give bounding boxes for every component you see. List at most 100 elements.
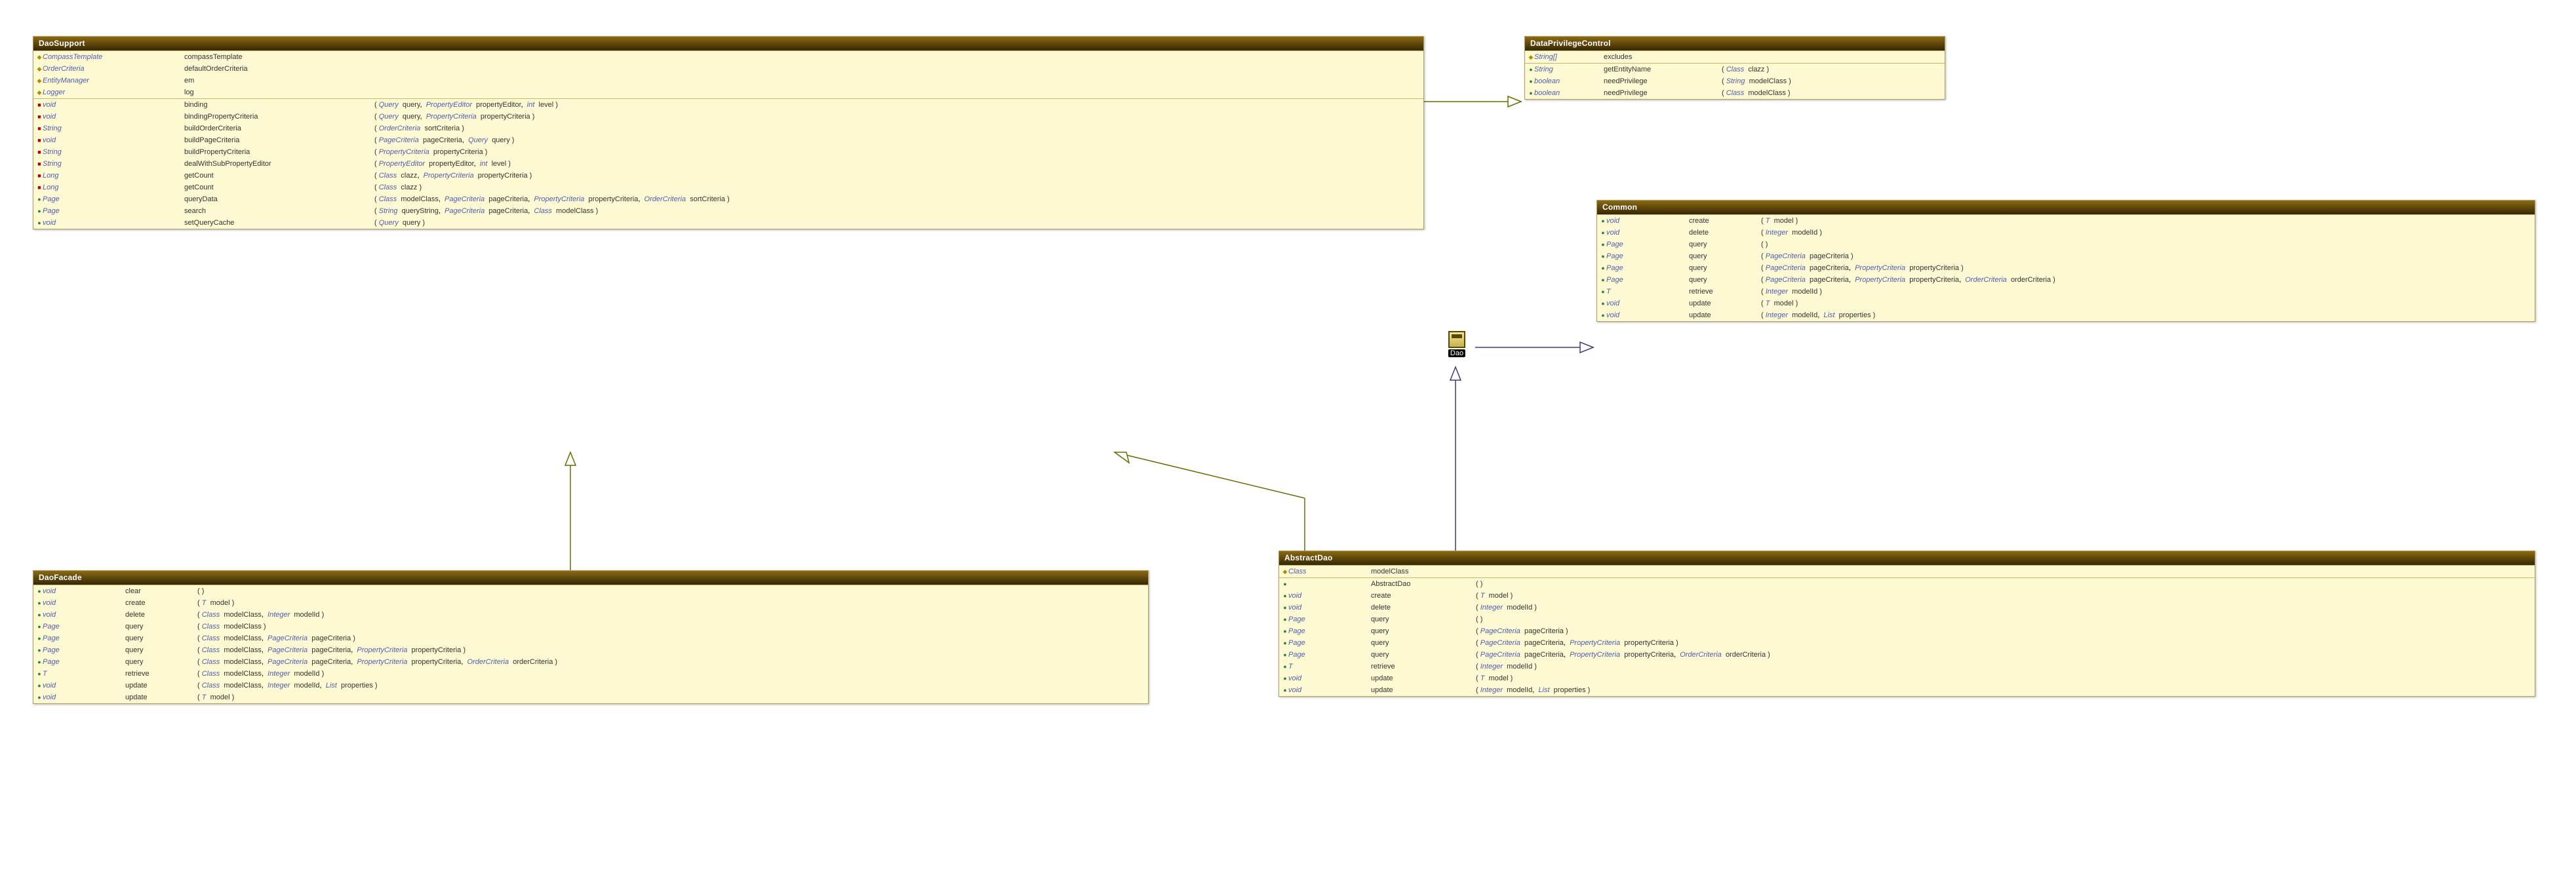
operation-row[interactable]: ●voidupdate( T model ) — [1597, 298, 2535, 309]
visibility-icon: ■ — [36, 100, 43, 110]
operation-name: retrieve — [1371, 661, 1476, 672]
attribute-name: excludes — [1604, 52, 1632, 62]
visibility-icon: ● — [1282, 591, 1288, 601]
visibility-icon: ● — [36, 692, 43, 703]
visibility-icon: ■ — [36, 182, 43, 193]
operation-name: retrieve — [125, 669, 197, 679]
operation-row[interactable]: ■StringdealWithSubPropertyEditor( Proper… — [33, 158, 1423, 170]
operation-row[interactable]: ●voiddelete( Class modelClass, Integer m… — [33, 609, 1148, 621]
visibility-icon: ● — [36, 669, 43, 679]
operation-row[interactable]: ●Pagequery( PageCriteria pageCriteria, P… — [1279, 637, 2535, 649]
operation-row[interactable]: ●Pagequery( PageCriteria pageCriteria, P… — [1597, 274, 2535, 286]
operation-row[interactable]: ●Pagequery( PageCriteria pageCriteria ) — [1597, 250, 2535, 262]
operation-row[interactable]: ●voidcreate( T model ) — [1279, 590, 2535, 602]
operation-row[interactable]: ●Pagequery( Class modelClass, PageCriter… — [33, 656, 1148, 668]
visibility-icon: ● — [36, 598, 43, 608]
operation-row[interactable]: ●Pagequery( Class modelClass, PageCriter… — [33, 632, 1148, 644]
interface-node-dao: Dao — [1441, 331, 1473, 357]
operation-name: query — [125, 633, 197, 644]
operation-row[interactable]: ●Pagequery( PageCriteria pageCriteria, P… — [1597, 262, 2535, 274]
visibility-icon: ◆ — [36, 64, 43, 74]
attribute-row[interactable]: ◆Loggerlog — [33, 87, 1423, 98]
operation-row[interactable]: ■StringbuildPropertyCriteria( PropertyCr… — [33, 146, 1423, 158]
operation-row[interactable]: ●voidcreate( T model ) — [33, 597, 1148, 609]
operation-row[interactable]: ●StringgetEntityName( Class clazz ) — [1525, 64, 1945, 75]
operation-row[interactable]: ■LonggetCount( Class clazz ) — [33, 182, 1423, 193]
operation-row[interactable]: ●Pagequery( Class modelClass, PageCriter… — [33, 644, 1148, 656]
class-title: Common — [1597, 201, 2535, 214]
return-type: void — [43, 100, 184, 110]
return-type: T — [1606, 286, 1689, 297]
operation-row[interactable]: ●voidcreate( T model ) — [1597, 215, 2535, 227]
operation-params: ( PropertyEditor propertyEditor, int lev… — [374, 159, 511, 169]
operation-row[interactable]: ●voidupdate( Integer modelId, List prope… — [1597, 309, 2535, 321]
attribute-name: modelClass — [1371, 566, 1408, 577]
visibility-icon: ● — [1600, 227, 1606, 238]
attribute-row[interactable]: ◆String[]excludes — [1525, 51, 1945, 63]
operation-row[interactable]: ●booleanneedPrivilege( String modelClass… — [1525, 75, 1945, 87]
operation-name: getCount — [184, 170, 374, 181]
visibility-icon: ■ — [36, 111, 43, 122]
operation-row[interactable]: ●voidupdate( Class modelClass, Integer m… — [33, 680, 1148, 691]
operation-params: ( Integer modelId ) — [1476, 602, 1537, 613]
return-type: Page — [1606, 239, 1689, 250]
operation-row[interactable]: ●voidupdate( T model ) — [1279, 672, 2535, 684]
operation-row[interactable]: ●voidupdate( T model ) — [33, 691, 1148, 703]
operation-name: query — [1689, 263, 1761, 273]
attribute-row[interactable]: ◆CompassTemplatecompassTemplate — [33, 51, 1423, 63]
operation-row[interactable]: ●Pagequery( PageCriteria pageCriteria ) — [1279, 625, 2535, 637]
operation-params: ( T model ) — [197, 598, 234, 608]
visibility-icon: ● — [1600, 275, 1606, 285]
visibility-icon: ● — [36, 633, 43, 644]
attribute-row[interactable]: ◆EntityManagerem — [33, 75, 1423, 87]
class-data-privilege-control[interactable]: DataPrivilegeControl◆String[]excludes●St… — [1524, 36, 1945, 100]
operation-row[interactable]: ■voidbinding( Query query, PropertyEdito… — [33, 99, 1423, 111]
return-type: Page — [1606, 251, 1689, 262]
class-common[interactable]: Common●voidcreate( T model )●voiddelete(… — [1596, 200, 2535, 322]
attribute-row[interactable]: ◆OrderCriteriadefaultOrderCriteria — [33, 63, 1423, 75]
operation-row[interactable]: ■LonggetCount( Class clazz, PropertyCrit… — [33, 170, 1423, 182]
operation-row[interactable]: ■voidbuildPageCriteria( PageCriteria pag… — [33, 134, 1423, 146]
return-type: void — [43, 218, 184, 228]
operation-params: ( Integer modelId ) — [1761, 286, 1822, 297]
visibility-icon: ● — [1600, 251, 1606, 262]
operation-row[interactable]: ●Pagequery( Class modelClass ) — [33, 621, 1148, 632]
operation-row[interactable]: ●Pagequery( PageCriteria pageCriteria, P… — [1279, 649, 2535, 661]
class-abstract-dao[interactable]: AbstractDao◆ClassmodelClass●AbstractDao(… — [1278, 551, 2535, 697]
operation-row[interactable]: ●voiddelete( Integer modelId ) — [1597, 227, 2535, 239]
operation-params: ( Query query, PropertyEditor propertyEd… — [374, 100, 558, 110]
operation-row[interactable]: ●Pagequery( ) — [1279, 613, 2535, 625]
operation-row[interactable]: ●Tretrieve( Class modelClass, Integer mo… — [33, 668, 1148, 680]
visibility-icon: ● — [36, 218, 43, 228]
operation-row[interactable]: ●voiddelete( Integer modelId ) — [1279, 602, 2535, 613]
class-dao-support[interactable]: DaoSupport◆CompassTemplatecompassTemplat… — [33, 36, 1424, 229]
visibility-icon: ● — [1600, 216, 1606, 226]
operation-row[interactable]: ●Tretrieve( Integer modelId ) — [1279, 661, 2535, 672]
return-type: Page — [43, 194, 184, 204]
operation-row[interactable]: ●Tretrieve( Integer modelId ) — [1597, 286, 2535, 298]
operation-row[interactable]: ●voidclear( ) — [33, 585, 1148, 597]
operation-row[interactable]: ●AbstractDao( ) — [1279, 578, 2535, 590]
operation-name: query — [1689, 275, 1761, 285]
visibility-icon: ● — [1282, 673, 1288, 684]
operation-row[interactable]: ■voidbindingPropertyCriteria( Query quer… — [33, 111, 1423, 123]
return-type: Page — [1288, 614, 1371, 625]
attribute-type: String[] — [1534, 52, 1604, 62]
operation-row[interactable]: ●Pagequery( ) — [1597, 239, 2535, 250]
class-dao-facade[interactable]: DaoFacade●voidclear( )●voidcreate( T mod… — [33, 570, 1149, 704]
operation-name: delete — [125, 610, 197, 620]
operation-row[interactable]: ●Pagesearch( String queryString, PageCri… — [33, 205, 1423, 217]
visibility-icon: ● — [36, 621, 43, 632]
visibility-icon: ◆ — [36, 87, 43, 98]
attribute-row[interactable]: ◆ClassmodelClass — [1279, 566, 2535, 577]
operation-row[interactable]: ●booleanneedPrivilege( Class modelClass … — [1525, 87, 1945, 99]
return-type: String — [43, 147, 184, 157]
visibility-icon: ◆ — [36, 75, 43, 86]
operation-row[interactable]: ●voidupdate( Integer modelId, List prope… — [1279, 684, 2535, 696]
operation-params: ( Class modelClass ) — [1722, 88, 1791, 98]
visibility-icon: ◆ — [1282, 566, 1288, 577]
operation-row[interactable]: ●voidsetQueryCache( Query query ) — [33, 217, 1423, 229]
operation-row[interactable]: ■StringbuildOrderCriteria( OrderCriteria… — [33, 123, 1423, 134]
operation-row[interactable]: ●PagequeryData( Class modelClass, PageCr… — [33, 193, 1423, 205]
return-type: String — [43, 159, 184, 169]
